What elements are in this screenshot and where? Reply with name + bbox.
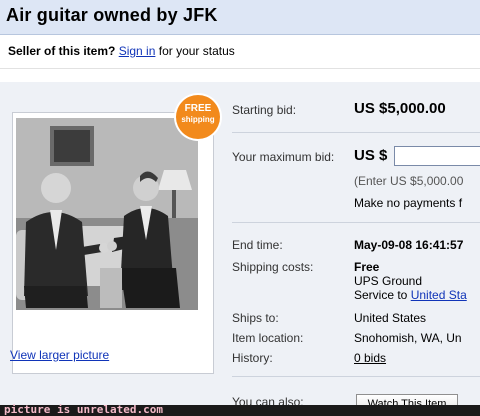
ships-to-label: Ships to: (232, 311, 279, 325)
shipping-to-link[interactable]: United Sta (411, 288, 467, 302)
shipping-to-prefix: Service to (354, 288, 408, 302)
item-location-label: Item location: (232, 331, 304, 345)
item-title: Air guitar owned by JFK (6, 5, 218, 25)
bid-divider (232, 132, 480, 133)
max-bid-label: Your maximum bid: (232, 150, 335, 164)
shipping-service: UPS Ground (354, 274, 423, 288)
enter-bid-hint: (Enter US $5,000.00 (354, 174, 464, 188)
bid-history-link[interactable]: 0 bids (354, 351, 386, 365)
item-location-value: Snohomish, WA, Un (354, 331, 462, 345)
site-watermark: picture is unrelated.com (4, 403, 163, 416)
badge-line-shipping: shipping (181, 115, 215, 124)
view-larger-picture-link[interactable]: View larger picture (10, 348, 109, 362)
payments-note: Make no payments f (354, 196, 463, 210)
shipping-costs-value: Free (354, 260, 380, 274)
details-divider (232, 222, 480, 223)
title-bar: Air guitar owned by JFK (0, 0, 480, 35)
end-time-label: End time: (232, 238, 283, 252)
starting-bid-value: US $5,000.00 (354, 100, 446, 117)
actions-divider (232, 376, 480, 377)
max-bid-input[interactable] (394, 146, 480, 166)
badge-line-free: FREE (184, 103, 212, 114)
history-label: History: (232, 351, 273, 365)
starting-bid-label: Starting bid: (232, 103, 297, 117)
max-bid-currency: US $ (354, 147, 388, 164)
seller-prompt: Seller of this item? (8, 44, 116, 58)
item-photo[interactable] (16, 118, 198, 310)
seller-suffix: for your status (158, 44, 235, 58)
free-shipping-badge: FREE shipping (176, 95, 220, 139)
shipping-costs-label: Shipping costs: (232, 260, 314, 274)
shipping-to-line: Service to United Sta (354, 288, 467, 302)
photo-image (16, 118, 198, 310)
end-time-value: May-09-08 16:41:57 (354, 238, 464, 252)
ships-to-value: United States (354, 311, 427, 325)
sign-in-link[interactable]: Sign in (119, 44, 156, 58)
seller-status-line: Seller of this item? Sign in for your st… (8, 44, 235, 58)
header-divider (0, 68, 480, 69)
